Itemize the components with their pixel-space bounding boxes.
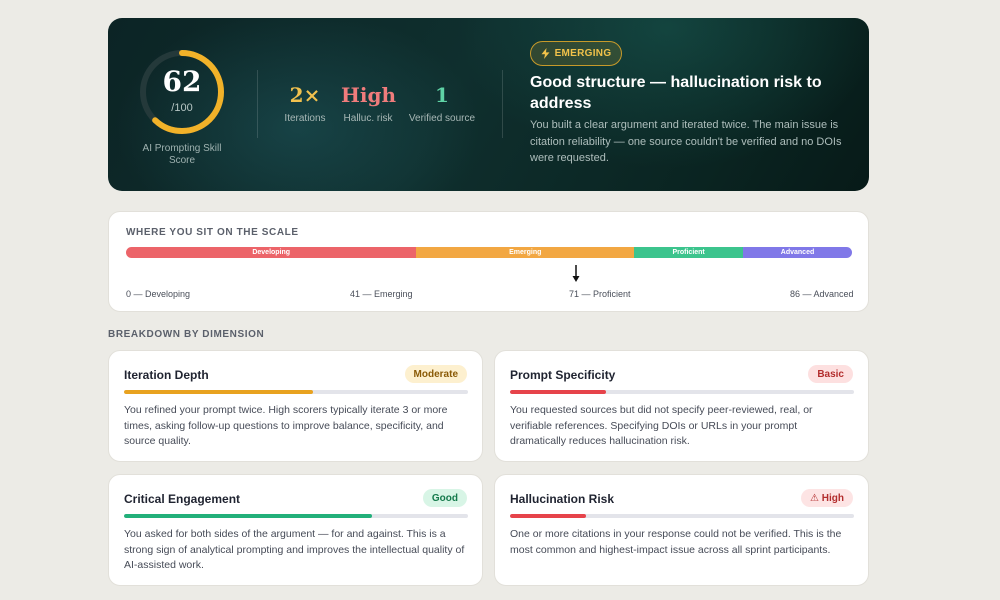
dimension-bar-fill [510, 514, 586, 518]
arrow-down-icon [572, 265, 580, 282]
dimension-bar [124, 390, 468, 394]
stat-iterations-label: Iterations [284, 113, 326, 124]
scale-segment-developing: Developing [126, 247, 417, 258]
scale-tick: 71 — Proficient [569, 289, 631, 299]
lightning-icon [541, 48, 550, 59]
dimension-badge: Good [422, 489, 467, 507]
dimension-bar-fill [124, 514, 372, 518]
score-gauge: 62 /100 [138, 48, 226, 136]
scale-tick: 0 — Developing [126, 289, 191, 299]
dimension-badge: Moderate [404, 365, 467, 383]
score-denominator: /100 [171, 102, 193, 114]
dimension-description: One or more citations in your response c… [510, 528, 842, 556]
hero-title: Good structure — hallucination risk to a… [530, 74, 822, 112]
scale-tick: 41 — Emerging [350, 289, 413, 299]
scale-segment-advanced: Advanced [743, 247, 852, 258]
stat-verified-label: Verified source [408, 113, 476, 124]
scale-bar: Developing Emerging Proficient Advanced [126, 247, 852, 258]
hero-description: You built a clear argument and iterated … [530, 119, 842, 164]
dimension-card-hallucination-risk: Hallucination Risk ⚠ High One or more ci… [494, 474, 869, 586]
stat-hallucination-risk: High Halluc. risk [341, 83, 397, 124]
divider [257, 70, 258, 138]
dimension-badge: ⚠ High [801, 489, 853, 507]
dimension-bar-fill [124, 390, 314, 394]
stat-hallucination-label: Halluc. risk [343, 113, 393, 124]
dimension-badge: Basic [808, 365, 853, 383]
dimension-bar [510, 514, 854, 518]
level-badge: EMERGING [530, 41, 622, 66]
stat-iterations: 2× Iterations [284, 83, 326, 124]
stat-verified-source: 1 Verified source [408, 83, 476, 124]
scale-card: WHERE YOU SIT ON THE SCALE Developing Em… [108, 211, 869, 312]
dimension-card-prompt-specificity: Prompt Specificity Basic You requested s… [494, 350, 869, 462]
dimension-name: Iteration Depth [124, 368, 209, 382]
dimension-description: You refined your prompt twice. High scor… [124, 404, 448, 447]
scale-segment-emerging: Emerging [416, 247, 635, 258]
breakdown-title: BREAKDOWN BY DIMENSION [108, 329, 265, 340]
dimension-card-iteration-depth: Iteration Depth Moderate You refined you… [108, 350, 483, 462]
dimension-name: Critical Engagement [124, 492, 241, 506]
stat-iterations-value: 2× [289, 83, 321, 107]
stat-verified-value: 1 [435, 83, 449, 107]
dimension-bar [124, 514, 468, 518]
dimension-description: You requested sources but did not specif… [510, 404, 813, 447]
scale-ticks: 0 — Developing 41 — Emerging 71 — Profic… [126, 289, 854, 301]
dimension-description: You asked for both sides of the argument… [124, 528, 465, 571]
stat-hallucination-value: High [341, 83, 397, 107]
scale-title: WHERE YOU SIT ON THE SCALE [126, 227, 299, 238]
score-hero-card: 62 /100 AI Prompting Skill Score 2× Iter… [108, 18, 869, 191]
scale-segment-proficient: Proficient [634, 247, 744, 258]
divider [502, 70, 503, 138]
dimension-name: Prompt Specificity [510, 368, 616, 382]
dimension-card-critical-engagement: Critical Engagement Good You asked for b… [108, 474, 483, 586]
score-value: 62 [162, 65, 202, 98]
scale-tick: 86 — Advanced [790, 289, 854, 299]
dimension-bar-fill [510, 390, 607, 394]
results-page: 62 /100 AI Prompting Skill Score 2× Iter… [0, 0, 1000, 600]
score-label: AI Prompting Skill Score [142, 143, 222, 166]
dimension-name: Hallucination Risk [510, 492, 615, 506]
level-badge-label: EMERGING [554, 48, 612, 59]
dimension-bar [510, 390, 854, 394]
